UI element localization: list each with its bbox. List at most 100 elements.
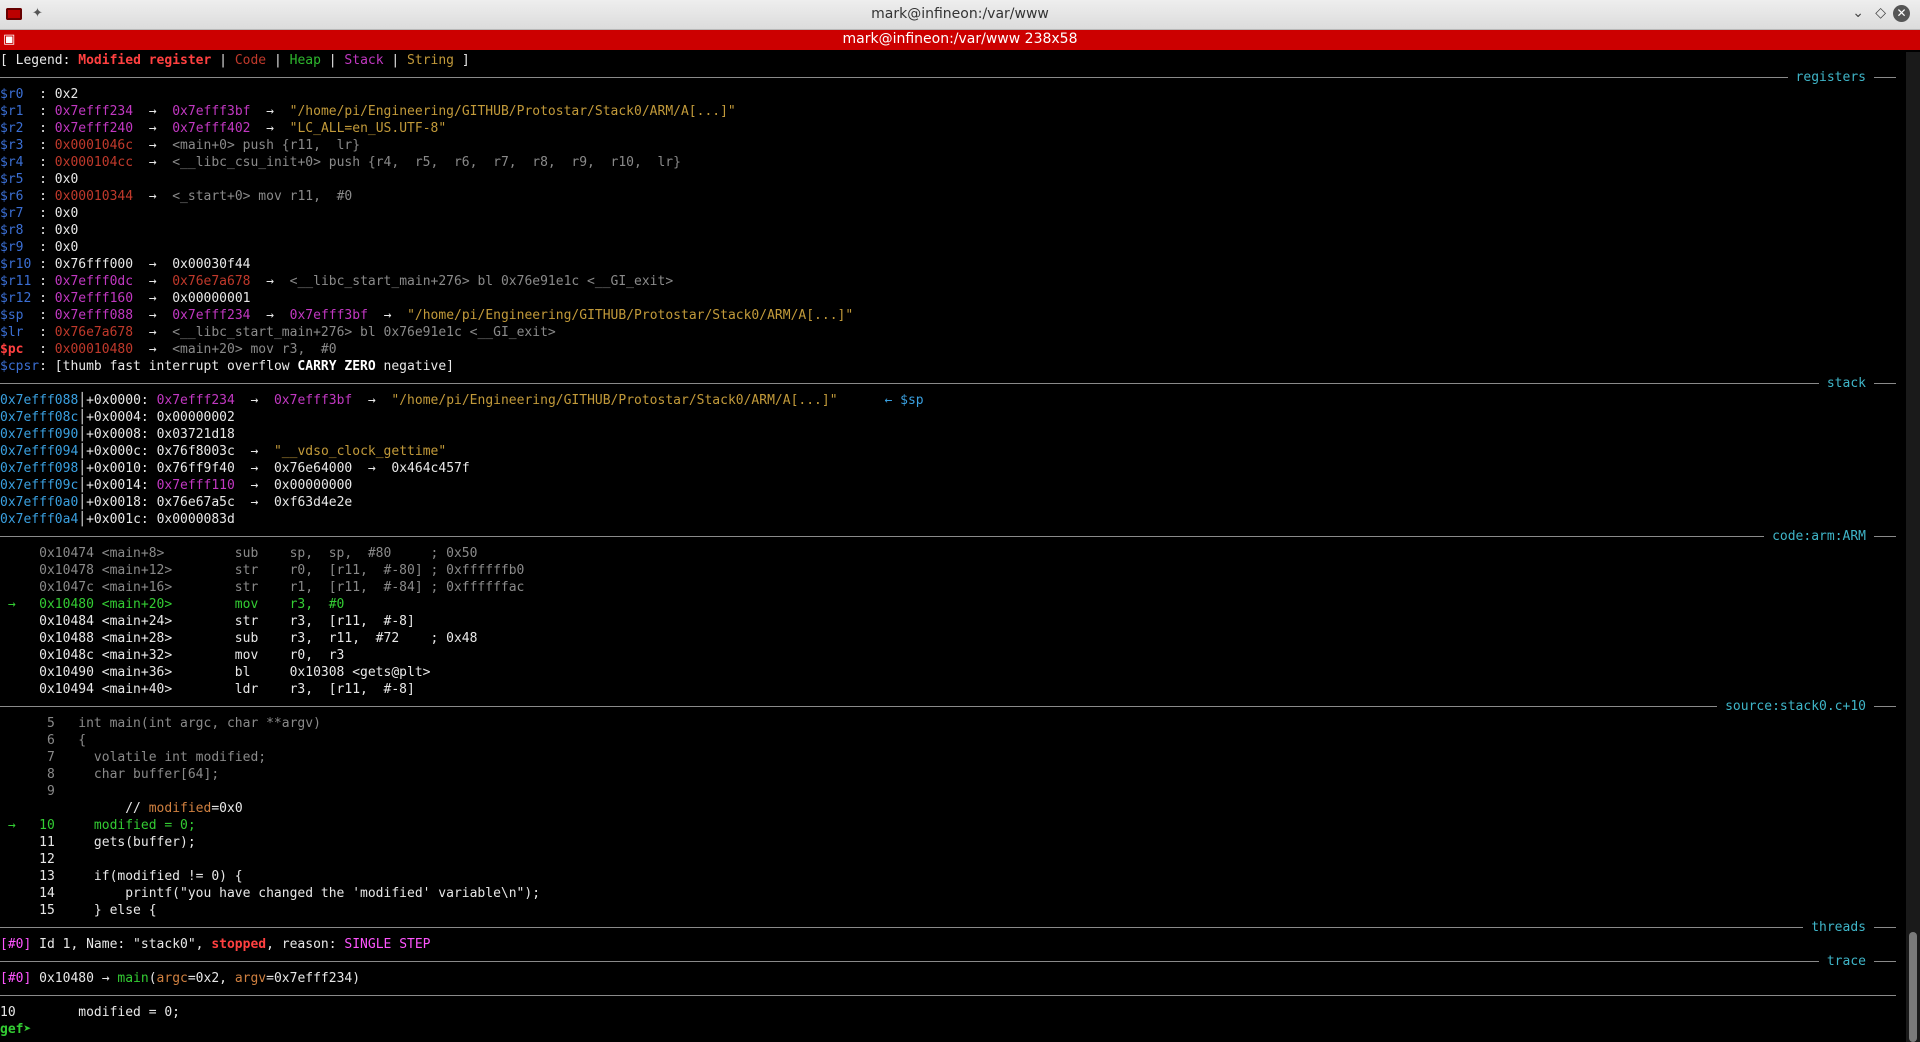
text-segment: 0x2	[54, 87, 79, 102]
text-segment: 9	[0, 784, 55, 799]
register-row: $lr : 0x76e7a678 → <__libc_start_main+27…	[0, 324, 1904, 341]
scrollbar-thumb[interactable]	[1909, 932, 1917, 1042]
text-segment: 0x00030f44	[172, 257, 251, 272]
text-segment: 0x0001046c	[54, 138, 134, 153]
text-segment: 0x7efff234	[172, 308, 251, 323]
threads-panel: [#0] Id 1, Name: "stack0", stopped, reas…	[0, 936, 1904, 953]
text-segment: "LC_ALL=en_US.UTF-8"	[289, 121, 447, 136]
text-segment: → 10 modified = 0;	[0, 818, 196, 833]
stack-section-label: stack	[1818, 375, 1874, 392]
text-segment: +0x0018:	[86, 495, 157, 510]
text-segment: :	[23, 104, 55, 119]
text-segment: :	[23, 308, 55, 323]
source-line: // modified=0x0	[0, 800, 1904, 817]
text-segment: : [thumb fast interrupt overflow	[39, 359, 298, 374]
text-segment: 0x7efff234	[54, 104, 134, 119]
stack-divider: │	[78, 461, 87, 476]
stack-divider: │	[78, 444, 87, 459]
text-segment: 0x00000000	[273, 478, 353, 493]
close-button[interactable]: ✕	[1893, 5, 1910, 22]
register-name: $r2	[0, 121, 24, 136]
source-panel: 5 int main(int argc, char **argv) 6 { 7 …	[0, 715, 1904, 919]
text-segment: 0x76e67a5c	[156, 495, 235, 510]
register-row: $r1 : 0x7efff234 → 0x7efff3bf → "/home/p…	[0, 103, 1904, 120]
text-segment: [#0]	[0, 971, 32, 986]
text-segment: →	[250, 104, 290, 119]
text-segment: →	[234, 495, 274, 510]
stack-divider: │	[78, 512, 87, 527]
text-segment: 0x76fff000	[54, 257, 134, 272]
stack-address: 0x7efff098	[0, 461, 79, 476]
stack-row: 0x7efff088│+0x0000: 0x7efff234 → 0x7efff…	[0, 392, 1904, 409]
register-name: $r0	[0, 87, 24, 102]
terminal-tab[interactable]: ▣ mark@infineon:/var/www 238x58	[0, 30, 1920, 50]
register-row: $r10 : 0x76fff000 → 0x00030f44	[0, 256, 1904, 273]
code-section-label: code:arm:ARM	[1764, 528, 1874, 545]
text-segment: :	[31, 257, 55, 272]
text-segment: 13 if(modified != 0) {	[0, 869, 243, 884]
disassembly-row: 0x10488 <main+28> sub r3, r11, #72 ; 0x4…	[0, 631, 478, 646]
minimize-button[interactable]: ⌄	[1852, 5, 1864, 21]
text-segment: :	[23, 342, 55, 357]
stack-divider: │	[78, 427, 87, 442]
text-segment: →	[234, 393, 274, 408]
stack-divider: │	[78, 410, 87, 425]
terminal-output[interactable]: [ Legend: Modified register | Code | Hea…	[0, 52, 1904, 1042]
code-separator: code:arm:ARM	[0, 528, 1904, 545]
gef-prompt[interactable]: gef➤	[0, 1021, 1904, 1038]
text-segment: →	[133, 104, 173, 119]
text-segment: main	[117, 971, 149, 986]
register-name: $r7	[0, 206, 24, 221]
text-segment: 0x00010480	[54, 342, 134, 357]
register-name: $r12	[0, 291, 32, 306]
register-row: $r4 : 0x000104cc → <__libc_csu_init+0> p…	[0, 154, 1904, 171]
register-row: $sp : 0x7efff088 → 0x7efff234 → 0x7efff3…	[0, 307, 1904, 324]
legend-line: [ Legend: Modified register | Code | Hea…	[0, 53, 470, 68]
stack-row: 0x7efff090│+0x0008: 0x03721d18	[0, 426, 1904, 443]
source-section-label: source:stack0.c+10	[1717, 698, 1874, 715]
register-row: $pc : 0x00010480 → <main+20> mov r3, #0	[0, 341, 1904, 358]
source-line: 5 int main(int argc, char **argv)	[0, 715, 1904, 732]
source-line: 6 {	[0, 732, 1904, 749]
scrollbar[interactable]	[1906, 52, 1920, 1042]
text-segment: 0x7efff402	[172, 121, 251, 136]
text-segment: →	[133, 121, 173, 136]
register-name: $r5	[0, 172, 24, 187]
text-segment: "/home/pi/Engineering/GITHUB/Protostar/S…	[289, 104, 736, 119]
register-row: $r11 : 0x7efff0dc → 0x76e7a678 → <__libc…	[0, 273, 1904, 290]
text-segment: +0x0004:	[86, 410, 157, 425]
text-segment: 0x7efff234	[156, 393, 235, 408]
text-segment: 0x0	[54, 240, 79, 255]
text-segment: →	[133, 308, 173, 323]
register-name: $r9	[0, 240, 24, 255]
stack-address: 0x7efff08c	[0, 410, 79, 425]
text-segment: 0x10480 →	[31, 971, 118, 986]
text-segment: 0x00000001	[172, 291, 251, 306]
text-segment: :	[23, 240, 55, 255]
text-segment: 11 gets(buffer);	[0, 835, 196, 850]
text-segment: :	[23, 87, 55, 102]
text-segment: +0x0000:	[86, 393, 157, 408]
text-segment: +0x001c:	[86, 512, 157, 527]
text-segment: [#0]	[0, 937, 32, 952]
disassembly-row: 0x10478 <main+12> str r0, [r11, #-80] ; …	[0, 563, 525, 578]
text-segment: →	[133, 138, 173, 153]
threads-section-label: threads	[1803, 919, 1874, 936]
text-segment: 0x76e64000	[273, 461, 353, 476]
text-segment: :	[23, 155, 55, 170]
source-separator: source:stack0.c+10	[0, 698, 1904, 715]
text-segment: 6 {	[0, 733, 87, 748]
text-segment: :	[23, 206, 55, 221]
disassembly-row: 0x1047c <main+16> str r1, [r11, #-84] ; …	[0, 580, 525, 595]
text-segment: 0x7efff088	[54, 308, 134, 323]
text-segment: SINGLE STEP	[344, 937, 431, 952]
text-segment: →	[133, 257, 173, 272]
text-segment: →	[352, 393, 392, 408]
text-segment: →	[133, 155, 173, 170]
stack-address: 0x7efff09c	[0, 478, 79, 493]
text-segment: 0x0	[54, 223, 79, 238]
trace-separator: trace	[0, 953, 1904, 970]
maximize-button[interactable]: ◇	[1875, 5, 1886, 21]
text-segment: →	[250, 121, 290, 136]
text-segment: :	[23, 138, 55, 153]
